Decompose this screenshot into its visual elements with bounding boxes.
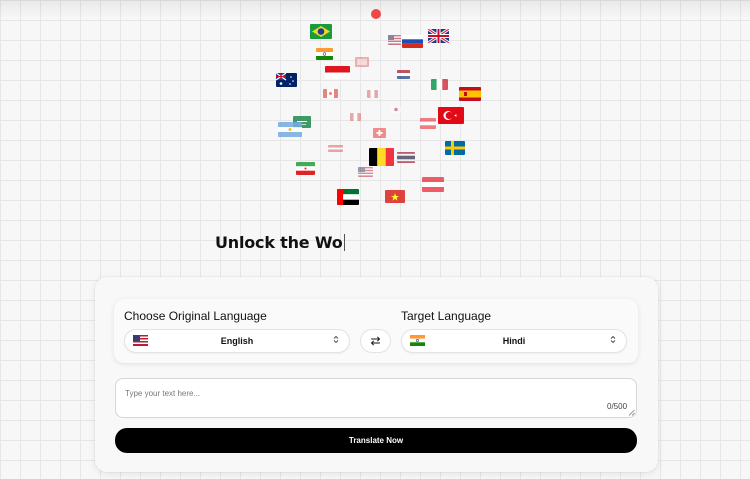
austria-flag <box>422 177 444 192</box>
turkey-flag <box>438 107 464 124</box>
source-language-select[interactable]: English <box>124 329 350 353</box>
austria-flag <box>420 118 436 129</box>
japan-flag <box>391 106 401 113</box>
chevron-updown-icon <box>610 335 616 344</box>
swap-languages-button[interactable]: ⇄ <box>360 329 391 353</box>
uk-flag <box>428 29 449 43</box>
faded-flag <box>350 113 361 121</box>
language-panel: Choose Original Language Target Language… <box>114 299 638 363</box>
russia-flag <box>402 35 423 48</box>
thailand-flag <box>397 152 415 163</box>
swap-icon: ⇄ <box>370 334 381 348</box>
hero-typed-text: Unlock the Wo <box>215 233 343 252</box>
netherlands-flag <box>397 70 410 79</box>
typing-caret <box>343 234 345 251</box>
spain-flag <box>459 87 481 101</box>
iran-flag <box>296 162 315 175</box>
switzerland-flag <box>373 128 386 138</box>
faded-flag <box>355 57 369 67</box>
source-language-value: English <box>220 336 254 346</box>
usa-flag <box>388 35 401 45</box>
argentina-flag <box>278 122 302 137</box>
faded-flag <box>367 90 378 98</box>
usa-flag <box>358 167 373 177</box>
italy-flag <box>431 79 448 90</box>
brazil-flag <box>310 24 332 39</box>
target-language-label: Target Language <box>401 309 492 323</box>
target-language-select[interactable]: Hindi <box>401 329 627 353</box>
vietnam-flag <box>385 190 405 203</box>
faded-flag <box>328 145 343 152</box>
source-text-input[interactable] <box>115 378 637 418</box>
resize-handle-icon[interactable] <box>628 409 635 416</box>
translator-card: Choose Original Language Target Language… <box>95 277 658 472</box>
indicator-dot <box>371 9 381 19</box>
canada-flag <box>323 89 338 98</box>
uae-flag <box>337 189 359 205</box>
indonesia-flag <box>325 66 350 79</box>
india-flag-icon <box>410 335 425 346</box>
character-counter: 0/500 <box>607 402 628 411</box>
sweden-flag <box>445 141 465 155</box>
hero-headline: Unlock the Wo <box>215 233 345 252</box>
australia-flag <box>276 73 297 87</box>
usa-flag-icon <box>133 335 148 346</box>
source-language-label: Choose Original Language <box>124 309 267 323</box>
flag-globe <box>0 0 750 230</box>
india-flag <box>316 48 333 60</box>
translate-now-button[interactable]: Translate Now <box>115 428 637 453</box>
chevron-updown-icon <box>333 335 339 344</box>
target-language-value: Hindi <box>502 336 526 346</box>
belgium-flag <box>369 148 394 166</box>
